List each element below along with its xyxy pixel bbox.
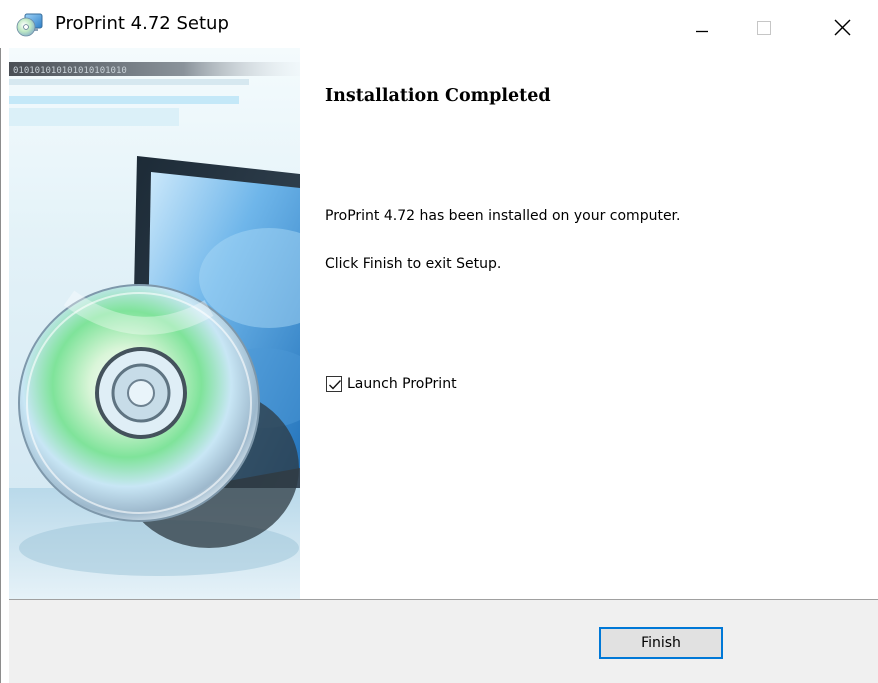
minimize-icon bbox=[696, 30, 708, 33]
installer-app-icon bbox=[16, 13, 43, 37]
checkmark-icon bbox=[329, 380, 342, 390]
minimize-button[interactable] bbox=[672, 0, 732, 48]
launch-checkbox[interactable]: Launch ProPrint bbox=[326, 374, 457, 394]
wizard-footer: Finish bbox=[9, 600, 878, 683]
launch-checkbox-box[interactable] bbox=[326, 376, 342, 392]
maximize-icon bbox=[757, 21, 771, 35]
window-title: ProPrint 4.72 Setup bbox=[55, 13, 229, 34]
title-bar[interactable]: ProPrint 4.72 Setup bbox=[0, 0, 878, 48]
close-icon bbox=[834, 19, 851, 36]
wizard-banner: 010101010101010101010 bbox=[9, 48, 300, 600]
close-button[interactable] bbox=[813, 0, 873, 48]
wizard-content: Installation Completed ProPrint 4.72 has… bbox=[300, 48, 878, 600]
finish-instruction: Click Finish to exit Setup. bbox=[325, 256, 502, 272]
maximize-button[interactable] bbox=[733, 0, 793, 48]
launch-checkbox-label[interactable]: Launch ProPrint bbox=[347, 376, 457, 392]
installer-window: ProPrint 4.72 Setup 01010101010101010101… bbox=[0, 0, 878, 683]
window-border bbox=[0, 0, 1, 683]
finish-button[interactable]: Finish bbox=[599, 627, 723, 659]
binary-strip-text: 010101010101010101010 bbox=[13, 66, 127, 76]
cd-monitor-illustration: 010101010101010101010 bbox=[9, 48, 300, 600]
page-heading: Installation Completed bbox=[325, 86, 551, 106]
installed-message: ProPrint 4.72 has been installed on your… bbox=[325, 208, 681, 224]
